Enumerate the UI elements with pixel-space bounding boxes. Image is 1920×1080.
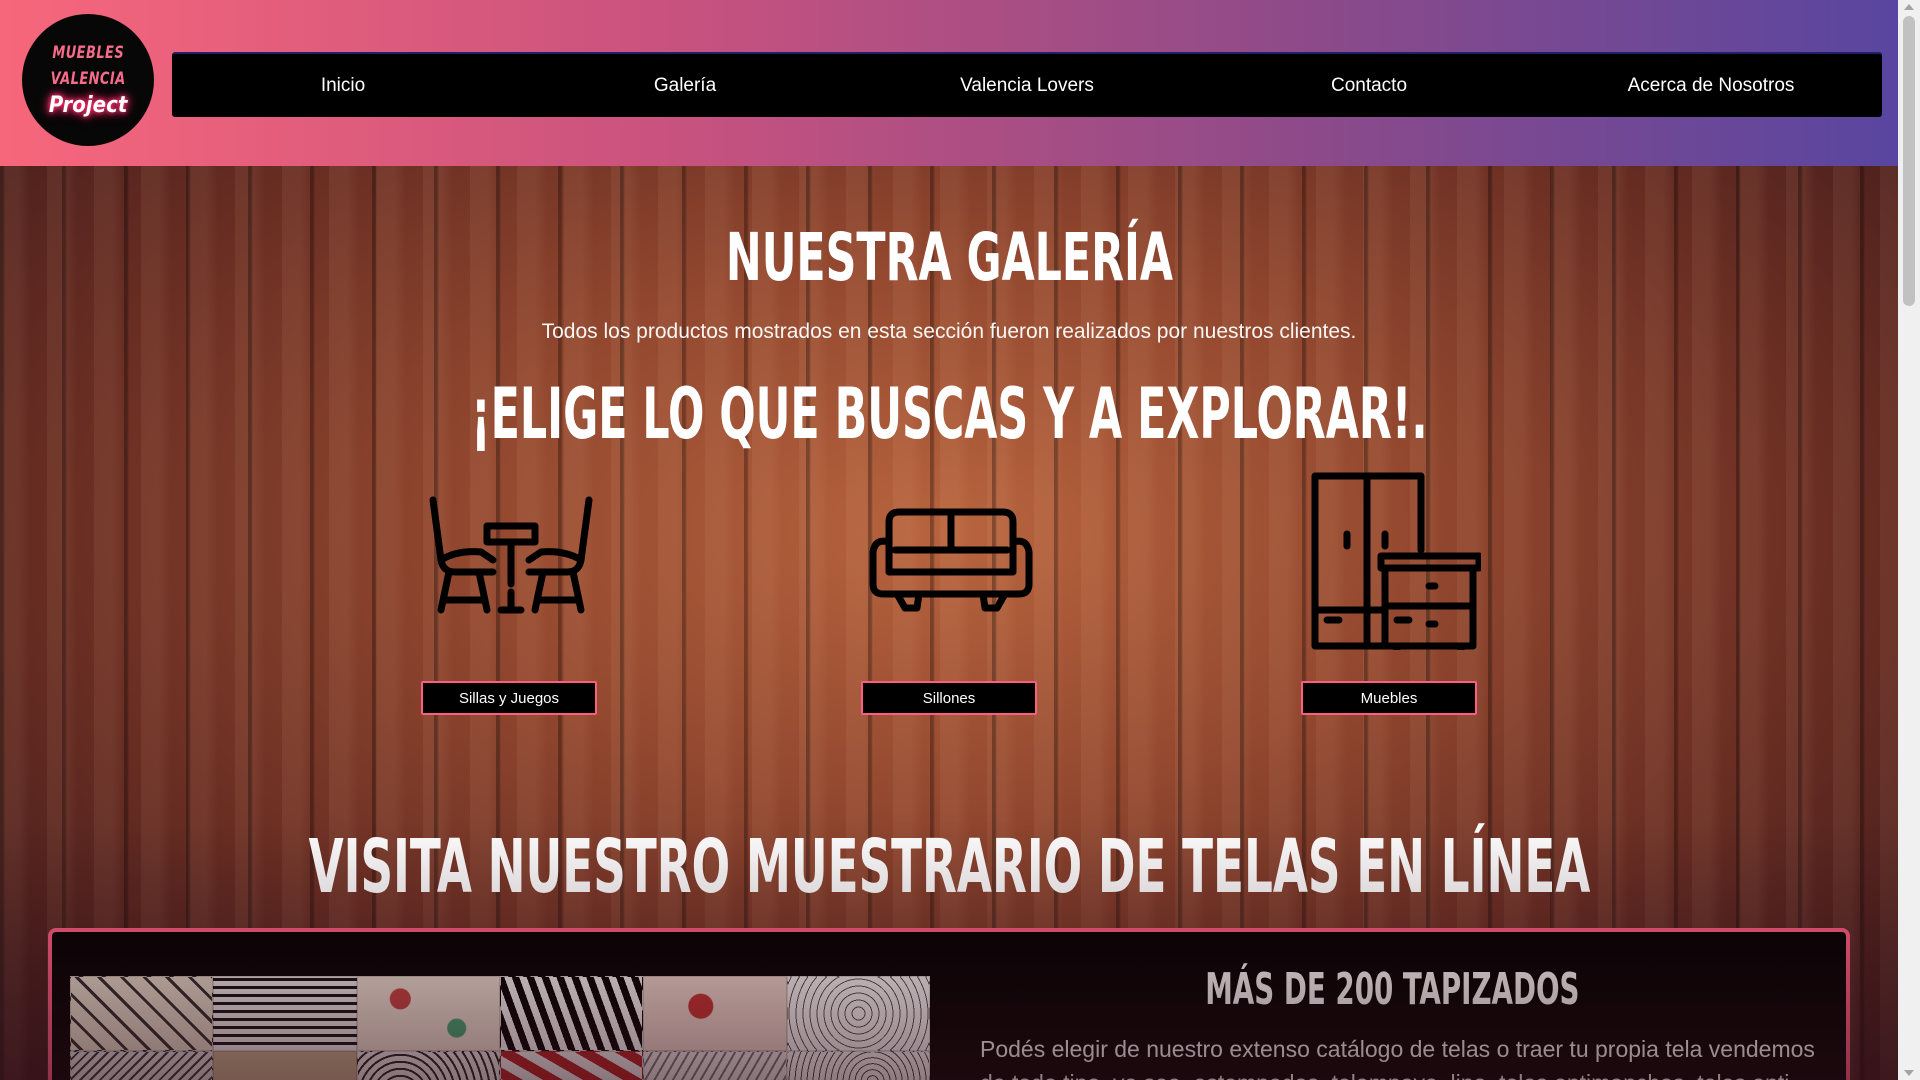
muebles-button[interactable]: Muebles — [1301, 681, 1477, 715]
category-muebles: Muebles — [1291, 466, 1491, 715]
sofa-icon — [869, 508, 1033, 612]
promo-title: Más de 200 tapizados — [1204, 964, 1580, 1015]
logo-line-3: Project — [48, 93, 128, 118]
page-scrollbar[interactable] — [1898, 0, 1920, 1080]
category-sillas: Sillas y Juegos — [411, 476, 611, 716]
explore-heading: ¡Elige lo que buscas y a explorar!. — [470, 373, 1428, 455]
wardrobe-icon — [1311, 472, 1481, 650]
category-sillones: Sillones — [851, 476, 1051, 716]
gallery-hero: Nuestra Galería Todos los productos most… — [0, 166, 1898, 1080]
sillones-button[interactable]: Sillones — [861, 681, 1037, 715]
logo-line-1: MUEBLES — [52, 43, 124, 63]
nav-item-valencia-lovers[interactable]: Valencia Lovers — [856, 54, 1198, 117]
main-nav: Inicio Galería Valencia Lovers Contacto … — [172, 52, 1882, 117]
logo-line-2: VALENCIA — [50, 69, 126, 89]
telas-promo-card: Más de 200 tapizados Podés elegir de nue… — [48, 928, 1850, 1080]
site-header: MUEBLES VALENCIA Project Inicio Galería … — [0, 0, 1898, 166]
fabric-swatches-image — [70, 976, 930, 1080]
site-logo[interactable]: MUEBLES VALENCIA Project — [22, 14, 154, 146]
sillas-button[interactable]: Sillas y Juegos — [421, 681, 597, 715]
nav-item-inicio[interactable]: Inicio — [172, 54, 514, 117]
gallery-subtitle: Todos los productos mostrados en esta se… — [541, 320, 1357, 343]
promo-text: Podés elegir de nuestro extenso catálogo… — [980, 1036, 1815, 1080]
scroll-down-icon[interactable] — [1904, 1070, 1914, 1076]
nav-item-contacto[interactable]: Contacto — [1198, 54, 1540, 117]
scroll-up-icon[interactable] — [1904, 4, 1914, 10]
dining-set-icon — [429, 496, 593, 614]
telas-heading: Visita nuestro muestrario de telas en lí… — [308, 824, 1590, 910]
nav-item-galeria[interactable]: Galería — [514, 54, 856, 117]
scroll-thumb[interactable] — [1903, 16, 1915, 306]
nav-item-acerca-de-nosotros[interactable]: Acerca de Nosotros — [1540, 54, 1882, 117]
gallery-title: Nuestra Galería — [725, 219, 1173, 296]
